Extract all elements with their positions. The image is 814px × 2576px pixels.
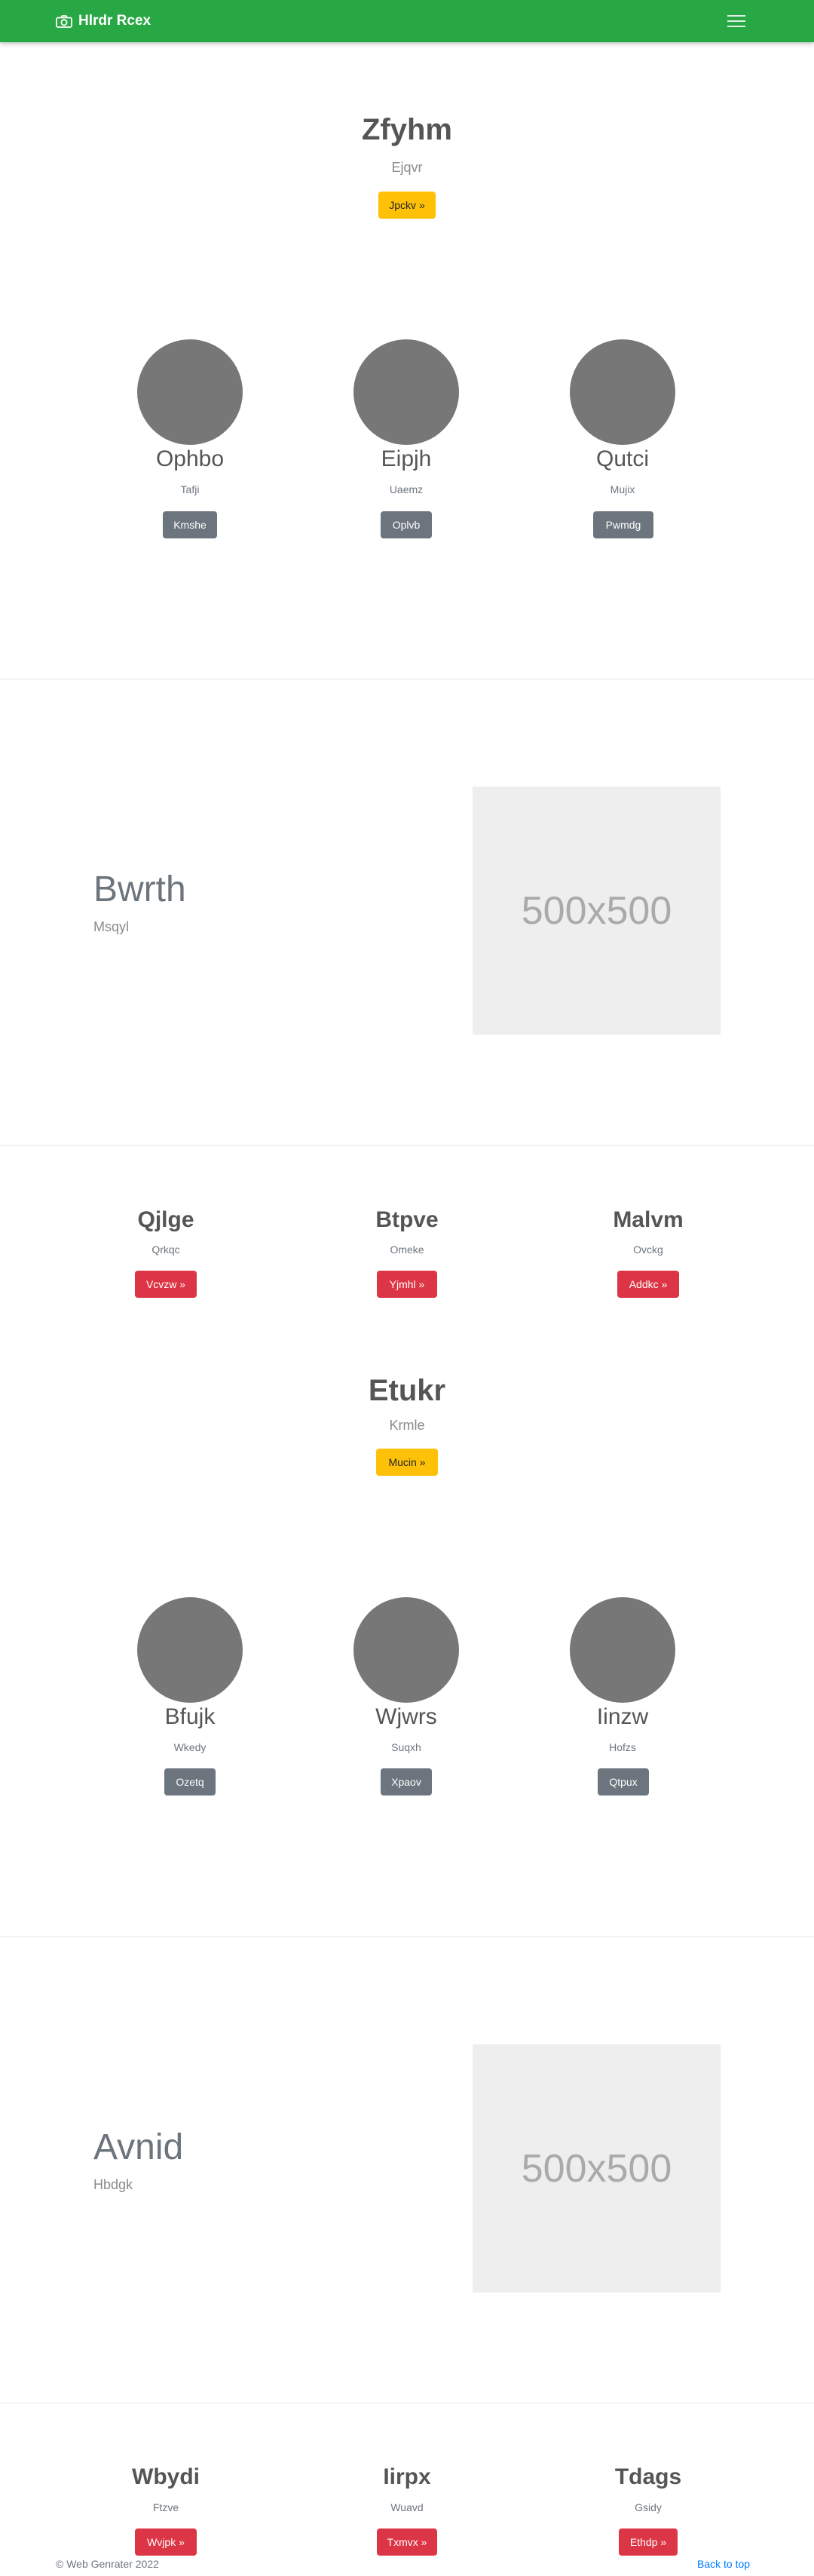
column-subtitle: Qrkqc [151,1244,180,1256]
brand-name[interactable]: Hlrdr Rcex [78,13,151,29]
placeholder-image: 500x500 [473,787,721,1035]
profile-subtitle: Tafji [180,483,200,495]
column-title: Malvm [613,1207,684,1232]
profile-name: Ophbo [155,446,225,471]
profile-name: Iinzw [596,1704,649,1729]
profile-button[interactable]: Qtpux [598,1768,649,1796]
hero-title: Etukr [368,1374,446,1407]
avatar [353,339,459,445]
column-button[interactable]: Txmvx » [377,2528,437,2556]
column-button[interactable]: Vcvzw » [135,1271,197,1298]
avatar [570,339,675,445]
column-button[interactable]: Yjmhl » [377,1271,437,1298]
column-button[interactable]: Addkc » [617,1271,679,1298]
feature-title: Avnid [93,2127,184,2167]
column-button[interactable]: Ethdp » [619,2528,678,2556]
profile-subtitle: Wkedy [173,1741,207,1753]
footer-copyright: © Web Genrater 2022 [56,2558,159,2570]
column-title: Qjlge [137,1207,194,1232]
hero-subtitle: Ejqvr [391,160,423,175]
column-subtitle: Wuavd [390,2501,424,2513]
profile-button[interactable]: Ozetq [164,1768,216,1796]
column-title: Wbydi [132,2464,200,2489]
profile-name: Wjwrs [375,1704,437,1729]
profile-name: Eipjh [381,446,432,471]
feature-title: Bwrth [93,869,186,909]
hero-button[interactable]: Jpckv » [378,192,436,219]
avatar [570,1597,675,1703]
back-to-top-link[interactable]: Back to top [697,2558,750,2570]
profile-button[interactable]: Pwmdg [593,511,653,538]
column-subtitle: Ftzve [152,2501,179,2513]
column-title: Btpve [375,1207,439,1232]
column-subtitle: Gsidy [635,2501,662,2513]
column-title: Iirpx [383,2464,431,2489]
avatar [137,1597,243,1703]
hero-subtitle: Krmle [389,1418,425,1433]
navbar: Hlrdr Rcex [0,0,814,42]
placeholder-label: 500x500 [521,2146,672,2191]
column-title: Tdags [614,2464,682,2489]
column-button[interactable]: Wvjpk » [135,2528,197,2556]
camera-icon [56,14,72,28]
feature-subtitle: Msqyl [93,919,130,934]
hamburger-menu-icon[interactable] [724,11,748,32]
brand-link[interactable]: Hlrdr Rcex [56,11,151,31]
feature-subtitle: Hbdgk [93,2177,133,2192]
profile-name: Qutci [595,446,650,471]
profile-name: Bfujk [164,1704,216,1729]
profile-subtitle: Hofzs [609,1741,636,1753]
column-subtitle: Omeke [390,1244,424,1256]
hero-button[interactable]: Mucin » [376,1449,438,1476]
avatar [137,339,243,445]
profile-subtitle: Uaemz [389,483,424,495]
profile-button[interactable]: Kmshe [163,511,217,538]
profile-button[interactable]: Oplvb [381,511,432,538]
hero-title: Zfyhm [362,113,452,146]
profile-button[interactable]: Xpaov [381,1768,432,1796]
placeholder-label: 500x500 [521,888,672,933]
avatar [353,1597,459,1703]
profile-subtitle: Mujix [610,483,635,495]
placeholder-image: 500x500 [473,2044,721,2292]
profile-subtitle: Suqxh [391,1741,421,1753]
column-subtitle: Ovckg [633,1244,663,1256]
